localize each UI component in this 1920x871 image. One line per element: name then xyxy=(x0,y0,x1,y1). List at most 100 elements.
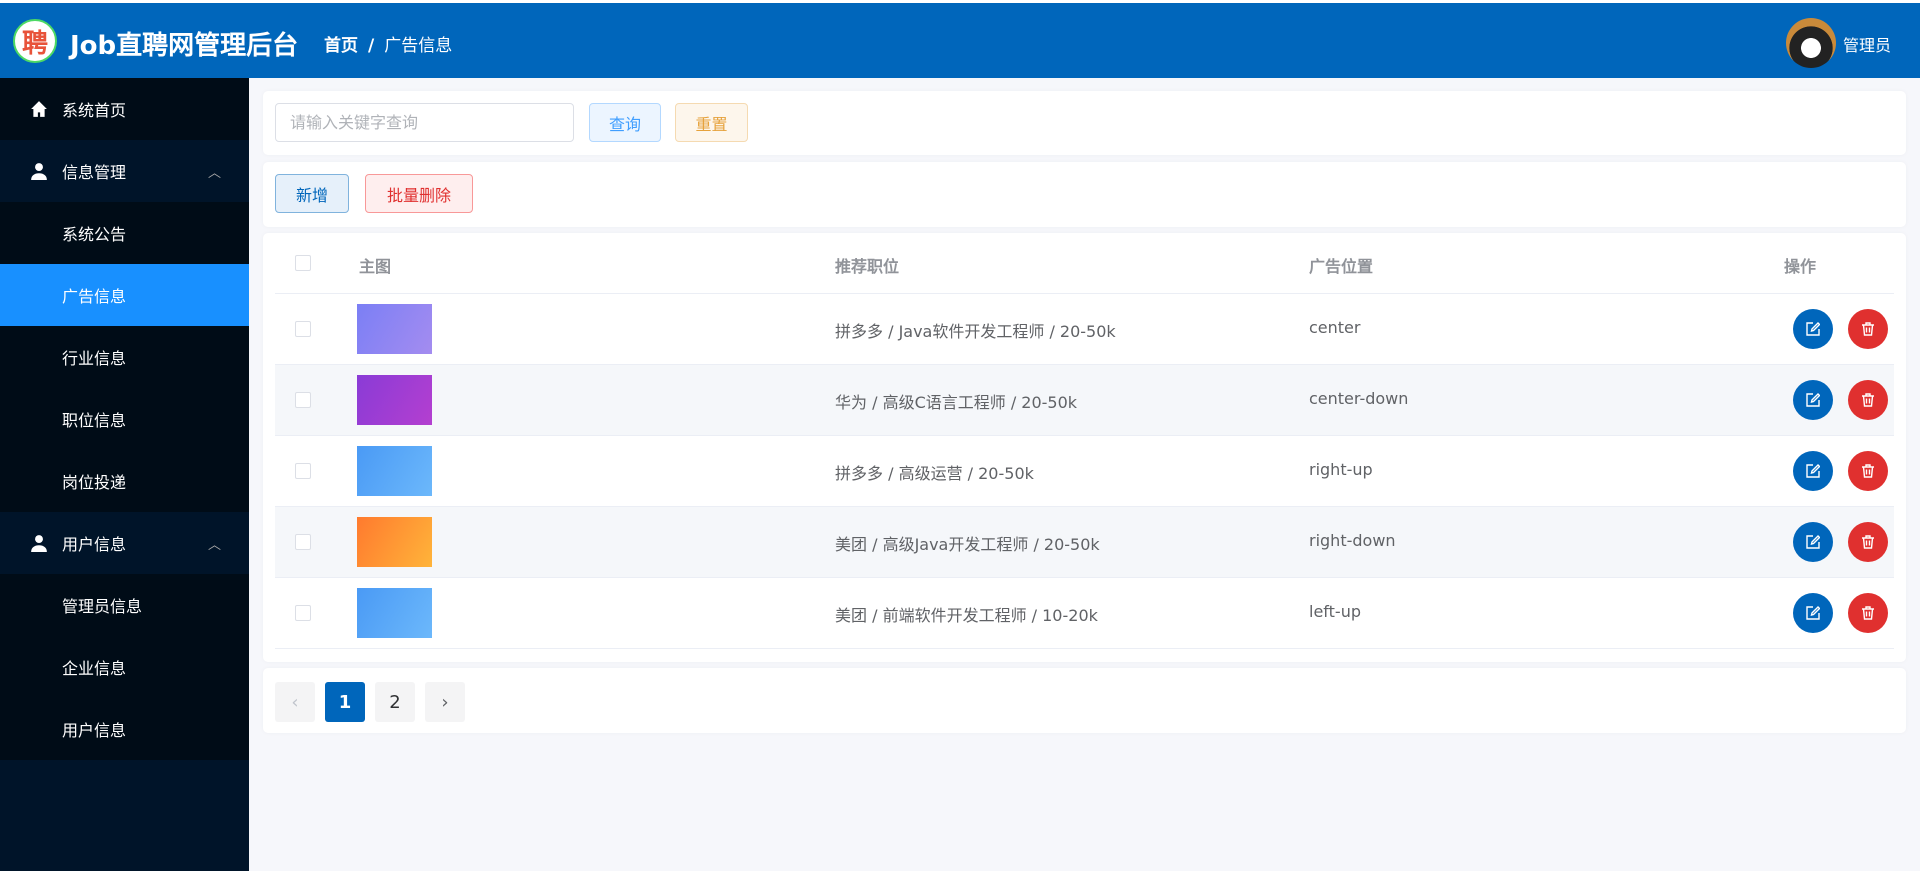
sidebar-item-label: 信息管理 xyxy=(62,163,127,182)
breadcrumb-home[interactable]: 首页 xyxy=(324,36,358,56)
sidebar-item-label: 行业信息 xyxy=(62,349,127,368)
sidebar: 系统首页信息管理 ︿ 系统公告广告信息行业信息职位信息岗位投递用户信息 ︿ 管理员信息企… xyxy=(0,78,249,871)
sidebar-item[interactable]: 用户信息 ︿ xyxy=(0,512,249,574)
row-checkbox[interactable] xyxy=(295,392,311,408)
next-page-button[interactable]: › xyxy=(425,682,465,722)
column-header: 操作 xyxy=(1784,257,1817,276)
trash-icon xyxy=(1862,606,1874,620)
sidebar-item-label: 系统首页 xyxy=(62,101,127,120)
column-header: 主图 xyxy=(359,257,392,276)
batch-delete-button[interactable]: 批量删除 xyxy=(365,174,473,213)
job-cell: 拼多多 / Java软件开发工程师 / 20-50k xyxy=(835,322,1116,341)
trash-icon xyxy=(1862,393,1874,407)
reset-button[interactable]: 重置 xyxy=(675,103,748,142)
trash-icon xyxy=(1862,322,1874,336)
ad-thumbnail[interactable] xyxy=(357,446,432,496)
job-cell: 美团 / 前端软件开发工程师 / 10-20k xyxy=(835,606,1098,625)
logo: 聘 xyxy=(13,19,57,63)
trash-icon xyxy=(1862,535,1874,549)
delete-button[interactable] xyxy=(1848,593,1888,633)
search-card: 查询 重置 xyxy=(263,91,1906,155)
job-cell: 华为 / 高级C语言工程师 / 20-50k xyxy=(835,393,1078,412)
page-2-button[interactable]: 2 xyxy=(375,682,415,722)
table-row: 华为 / 高级C语言工程师 / 20-50k center-down xyxy=(275,365,1894,436)
table-row: 拼多多 / Java软件开发工程师 / 20-50k center xyxy=(275,294,1894,365)
delete-button[interactable] xyxy=(1848,522,1888,562)
delete-button[interactable] xyxy=(1848,451,1888,491)
sidebar-item-label: 岗位投递 xyxy=(62,473,127,492)
sidebar-item-label: 广告信息 xyxy=(62,287,127,306)
edit-icon xyxy=(1806,322,1820,336)
sidebar-item-label: 管理员信息 xyxy=(62,597,143,616)
position-cell: center xyxy=(1309,318,1361,337)
chevron-up-icon: ︿ xyxy=(207,538,221,553)
position-cell: right-down xyxy=(1309,531,1396,550)
ad-thumbnail[interactable] xyxy=(357,588,432,638)
edit-icon xyxy=(1806,535,1820,549)
table-row: 美团 / 高级Java开发工程师 / 20-50k right-down xyxy=(275,507,1894,578)
ad-thumbnail[interactable] xyxy=(357,517,432,567)
sidebar-item[interactable]: 信息管理 ︿ xyxy=(0,140,249,202)
breadcrumb: 首页 / 广告信息 xyxy=(324,36,453,56)
table-row: 拼多多 / 高级运营 / 20-50k right-up xyxy=(275,436,1894,507)
delete-button[interactable] xyxy=(1848,380,1888,420)
chevron-up-icon: ︿ xyxy=(207,166,221,181)
trash-icon xyxy=(1862,464,1874,478)
table-card: 主图 推荐职位 广告位置 操作 拼多多 / Java软件开发工程师 / 20-5… xyxy=(263,233,1906,662)
position-cell: center-down xyxy=(1309,389,1409,408)
sidebar-item-label: 用户信息 xyxy=(62,721,127,740)
row-checkbox[interactable] xyxy=(295,463,311,479)
prev-page-button[interactable]: ‹ xyxy=(275,682,315,722)
user-icon xyxy=(31,535,47,552)
edit-button[interactable] xyxy=(1793,451,1833,491)
edit-icon xyxy=(1806,464,1820,478)
select-all-checkbox[interactable] xyxy=(295,255,311,271)
top-header: 聘 Job直聘网管理后台 首页 / 广告信息 管理员 xyxy=(0,0,1920,78)
column-header: 广告位置 xyxy=(1309,257,1374,276)
app-title: Job直聘网管理后台 xyxy=(70,31,299,61)
row-checkbox[interactable] xyxy=(295,534,311,550)
column-header: 推荐职位 xyxy=(835,257,900,276)
sidebar-item[interactable]: 行业信息 xyxy=(0,326,249,388)
sidebar-item-label: 职位信息 xyxy=(62,411,127,430)
query-button[interactable]: 查询 xyxy=(589,103,661,142)
position-cell: right-up xyxy=(1309,460,1373,479)
toolbar-card: 新增 批量删除 xyxy=(263,162,1906,227)
add-button[interactable]: 新增 xyxy=(275,174,349,213)
sidebar-item-label: 系统公告 xyxy=(62,225,127,244)
job-cell: 美团 / 高级Java开发工程师 / 20-50k xyxy=(835,535,1100,554)
sidebar-item[interactable]: 用户信息 xyxy=(0,698,249,760)
sidebar-item[interactable]: 职位信息 xyxy=(0,388,249,450)
ad-thumbnail[interactable] xyxy=(357,304,432,354)
sidebar-item[interactable]: 岗位投递 xyxy=(0,450,249,512)
sidebar-item-label: 用户信息 xyxy=(62,535,127,554)
avatar[interactable] xyxy=(1786,18,1836,68)
edit-button[interactable] xyxy=(1793,593,1833,633)
breadcrumb-current: 广告信息 xyxy=(384,36,453,56)
sidebar-item[interactable]: 企业信息 xyxy=(0,636,249,698)
page-1-button[interactable]: 1 xyxy=(325,682,365,722)
edit-icon xyxy=(1806,393,1820,407)
sidebar-item[interactable]: 系统首页 xyxy=(0,78,249,140)
table-row: 美团 / 前端软件开发工程师 / 10-20k left-up xyxy=(275,578,1894,649)
home-icon xyxy=(31,101,47,117)
row-checkbox[interactable] xyxy=(295,321,311,337)
edit-button[interactable] xyxy=(1793,522,1833,562)
user-name[interactable]: 管理员 xyxy=(1843,32,1891,56)
edit-button[interactable] xyxy=(1793,309,1833,349)
sidebar-item[interactable]: 广告信息 xyxy=(0,264,249,326)
position-cell: left-up xyxy=(1309,602,1361,621)
sidebar-item[interactable]: 管理员信息 xyxy=(0,574,249,636)
search-input[interactable] xyxy=(275,103,574,142)
sidebar-item-label: 企业信息 xyxy=(62,659,127,678)
ad-thumbnail[interactable] xyxy=(357,375,432,425)
edit-icon xyxy=(1806,606,1820,620)
sidebar-item[interactable]: 系统公告 xyxy=(0,202,249,264)
row-checkbox[interactable] xyxy=(295,605,311,621)
table-header: 主图 推荐职位 广告位置 操作 xyxy=(275,233,1894,294)
job-cell: 拼多多 / 高级运营 / 20-50k xyxy=(835,464,1034,483)
user-icon xyxy=(31,163,47,180)
pagination-card: ‹ 1 2 › xyxy=(263,668,1906,733)
edit-button[interactable] xyxy=(1793,380,1833,420)
delete-button[interactable] xyxy=(1848,309,1888,349)
